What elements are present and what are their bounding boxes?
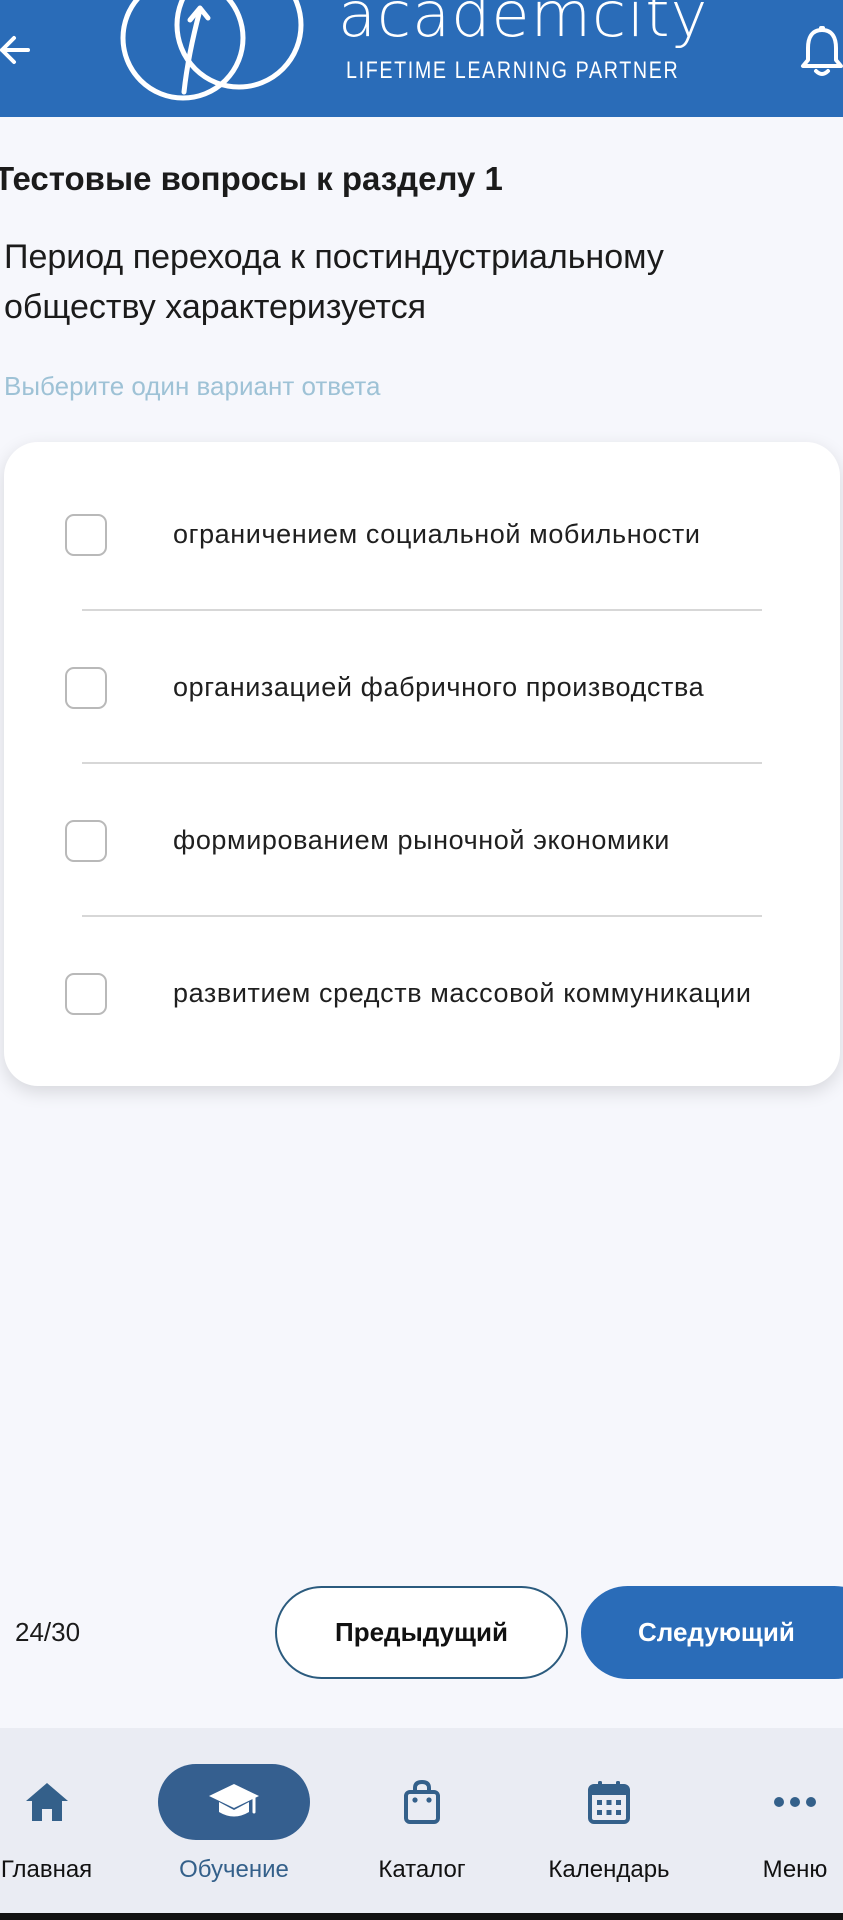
quiz-screen: academcity LIFETIME LEARNING PARTNER Тес… bbox=[0, 0, 843, 1920]
answer-label: развитием средств массовой коммуникации bbox=[173, 978, 752, 1008]
previous-button[interactable]: Предыдущий bbox=[275, 1586, 568, 1679]
tab-catalog[interactable]: Каталог bbox=[362, 1728, 482, 1883]
system-home-indicator bbox=[0, 1913, 843, 1920]
question-counter: 24/30 bbox=[15, 1617, 81, 1647]
answer-checkbox[interactable] bbox=[65, 667, 107, 709]
academcity-logo-icon bbox=[120, 0, 304, 101]
next-button[interactable]: Следующий bbox=[581, 1586, 843, 1679]
notifications-button[interactable] bbox=[798, 26, 843, 78]
answer-option[interactable]: организацией фабричного производства bbox=[4, 637, 840, 737]
more-dots-icon bbox=[774, 1797, 816, 1807]
shopping-bag-icon bbox=[404, 1779, 440, 1824]
back-button[interactable] bbox=[0, 28, 40, 72]
answer-label: формированием рыночной экономики bbox=[173, 825, 670, 855]
option-divider bbox=[82, 762, 762, 764]
tab-label: Меню bbox=[762, 1856, 828, 1883]
answer-checkbox[interactable] bbox=[65, 514, 107, 556]
calendar-icon bbox=[588, 1781, 630, 1824]
tab-learning[interactable]: Обучение bbox=[158, 1728, 310, 1883]
tab-home[interactable]: Главная bbox=[0, 1728, 99, 1883]
answer-checkbox[interactable] bbox=[65, 820, 107, 862]
answer-hint: Выберите один вариант ответа bbox=[4, 371, 381, 401]
bell-icon bbox=[801, 26, 843, 76]
graduation-cap-icon bbox=[209, 1784, 259, 1817]
tab-label: Главная bbox=[0, 1856, 93, 1883]
option-divider bbox=[82, 915, 762, 917]
answer-label: ограничением социальной мобильности bbox=[173, 519, 701, 549]
tab-label: Обучение bbox=[179, 1856, 289, 1883]
home-icon bbox=[25, 1783, 68, 1821]
answer-label: организацией фабричного производства bbox=[173, 672, 705, 702]
answer-option[interactable]: формированием рыночной экономики bbox=[4, 790, 840, 890]
answer-option[interactable]: ограничением социальной мобильности bbox=[4, 484, 840, 584]
answer-options-card: ограничением социальной мобильности орга… bbox=[4, 442, 840, 1086]
tab-menu[interactable]: Меню bbox=[750, 1728, 840, 1883]
tab-label: Каталог bbox=[378, 1856, 466, 1883]
answer-checkbox[interactable] bbox=[65, 973, 107, 1015]
tab-label: Календарь bbox=[548, 1856, 670, 1883]
tab-calendar[interactable]: Календарь bbox=[534, 1728, 684, 1883]
option-divider bbox=[82, 609, 762, 611]
answer-option[interactable]: развитием средств массовой коммуникации bbox=[4, 943, 840, 1043]
question-text: Период перехода к постиндустриальному об… bbox=[4, 238, 664, 326]
logo-text: academcity bbox=[338, 0, 709, 51]
section-title: Тестовые вопросы к разделу 1 bbox=[0, 160, 503, 197]
arrow-left-icon bbox=[0, 36, 30, 64]
logo-tagline: LIFETIME LEARNING PARTNER bbox=[346, 57, 680, 84]
bottom-tab-bar: Главная Обучение Каталог Календарь Меню bbox=[0, 1728, 843, 1913]
app-header: academcity LIFETIME LEARNING PARTNER bbox=[0, 0, 843, 117]
